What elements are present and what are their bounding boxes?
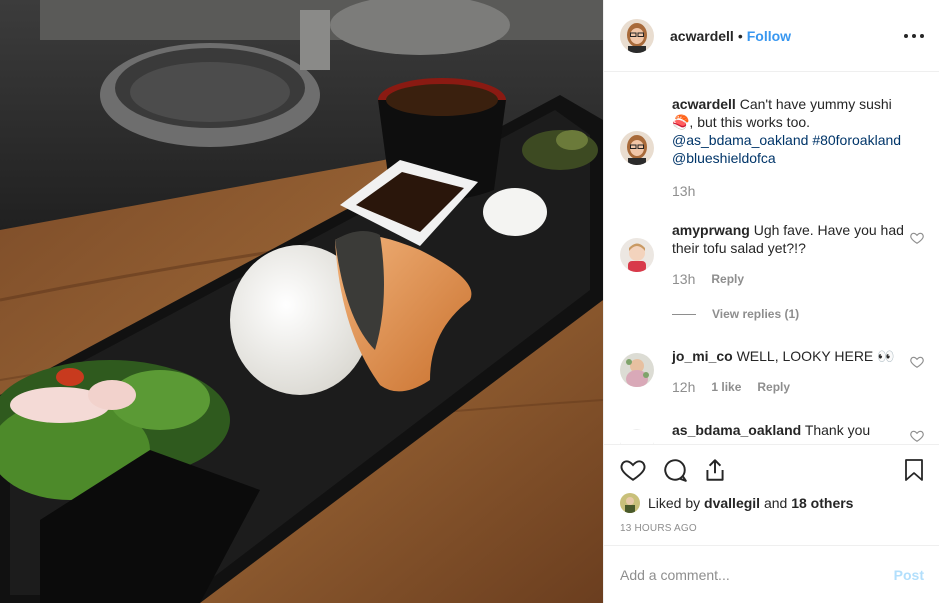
avatar-photo-icon bbox=[620, 238, 654, 272]
caption-text: acwardell Can't have yummy sushi 🍣, but … bbox=[672, 95, 910, 167]
caption-meta: 13h bbox=[672, 183, 695, 199]
comment-username[interactable]: jo_mi_co bbox=[672, 348, 733, 364]
comment-message: WELL, LOOKY HERE 👀 bbox=[736, 348, 895, 364]
post-timestamp[interactable]: 13 HOURS AGO bbox=[620, 523, 697, 534]
comment-text: amyprwang Ugh fave. Have you had their t… bbox=[672, 221, 910, 257]
avatar-photo-icon bbox=[620, 353, 654, 387]
comment-message: Thank you bbox=[804, 422, 871, 438]
avatar[interactable] bbox=[620, 131, 654, 165]
avatar[interactable]: b·dama bbox=[620, 429, 654, 444]
liked-prefix: Liked by bbox=[648, 495, 701, 511]
food-photo bbox=[0, 0, 603, 603]
post-sidebar: acwardell • Follow acwardell Can't have … bbox=[603, 0, 939, 603]
avatar-photo-icon bbox=[620, 18, 654, 53]
bookmark-icon[interactable] bbox=[902, 457, 930, 485]
liked-user[interactable]: dvallegil bbox=[704, 495, 760, 511]
hashtag-link[interactable]: #80foroakland bbox=[812, 132, 901, 148]
add-comment-bar: Post bbox=[604, 545, 939, 603]
comment-text: jo_mi_co WELL, LOOKY HERE 👀 bbox=[672, 347, 910, 365]
avatar[interactable] bbox=[620, 18, 654, 53]
avatar-photo-icon bbox=[620, 131, 654, 165]
comment-timestamp[interactable]: 13h bbox=[672, 271, 695, 287]
like-comment-heart-icon[interactable] bbox=[910, 429, 924, 443]
view-replies-label: View replies (1) bbox=[712, 307, 800, 321]
comment-timestamp[interactable]: 12h bbox=[672, 379, 695, 395]
liked-and: and bbox=[763, 495, 788, 511]
liked-others-button[interactable]: 18 others bbox=[791, 495, 853, 511]
header-separator: • bbox=[737, 27, 743, 44]
view-replies-button[interactable]: View replies (1) bbox=[672, 307, 799, 321]
comment-username[interactable]: amyprwang bbox=[672, 222, 750, 238]
post-photo[interactable] bbox=[0, 0, 603, 603]
mention-link[interactable]: @as_bdama_oakland bbox=[672, 132, 808, 148]
comment-text: as_bdama_oakland Thank you bbox=[672, 421, 910, 439]
share-icon[interactable] bbox=[702, 457, 730, 485]
add-comment-input[interactable] bbox=[620, 566, 894, 583]
comment-meta: 12h 1 like Reply bbox=[672, 379, 790, 395]
mention-link[interactable]: @blueshieldofca bbox=[672, 150, 776, 166]
caption-timestamp[interactable]: 13h bbox=[672, 183, 695, 199]
action-icons bbox=[620, 457, 924, 485]
liked-by-summary: Liked by dvallegil and 18 others bbox=[620, 493, 853, 513]
comment-bubble-icon[interactable] bbox=[662, 457, 690, 485]
post-comment-button[interactable]: Post bbox=[894, 567, 924, 583]
comment-username[interactable]: as_bdama_oakland bbox=[672, 422, 801, 438]
post-header: acwardell • Follow bbox=[604, 0, 939, 72]
comment-meta: 13h Reply bbox=[672, 271, 744, 287]
reply-button[interactable]: Reply bbox=[711, 272, 744, 286]
comments-list[interactable]: acwardell Can't have yummy sushi 🍣, but … bbox=[604, 73, 939, 444]
avatar[interactable] bbox=[620, 238, 654, 272]
follow-button[interactable]: Follow bbox=[747, 28, 791, 44]
brand-logo-icon: b·dama bbox=[620, 429, 654, 444]
header-username[interactable]: acwardell bbox=[670, 28, 734, 44]
like-comment-heart-icon[interactable] bbox=[910, 355, 924, 369]
instagram-post: acwardell • Follow acwardell Can't have … bbox=[0, 0, 939, 603]
divider-line bbox=[672, 313, 696, 315]
avatar[interactable] bbox=[620, 353, 654, 387]
like-heart-icon[interactable] bbox=[620, 457, 648, 485]
liker-avatar[interactable] bbox=[620, 493, 640, 513]
caption-username[interactable]: acwardell bbox=[672, 96, 736, 112]
more-options-icon[interactable] bbox=[904, 26, 924, 46]
comment-likes[interactable]: 1 like bbox=[711, 380, 741, 394]
like-comment-heart-icon[interactable] bbox=[910, 231, 924, 245]
reply-button[interactable]: Reply bbox=[757, 380, 790, 394]
avatar-photo-icon bbox=[620, 493, 640, 513]
